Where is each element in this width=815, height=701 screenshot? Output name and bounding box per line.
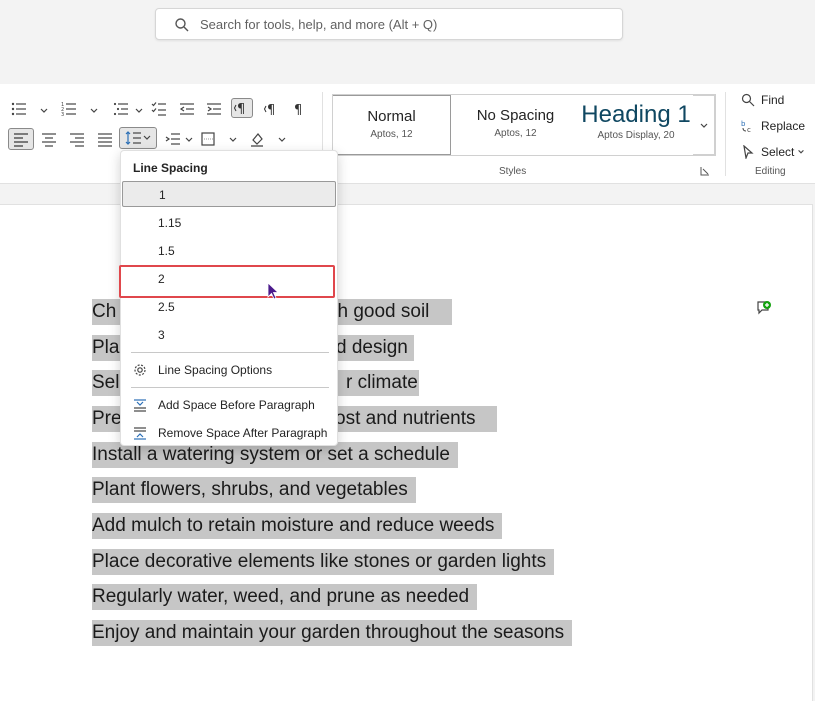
select-button[interactable]: Select [741,145,805,159]
paragraph-text-fragment: r climate [346,372,418,393]
line-spacing-option-1-5[interactable]: 1.5 [122,238,336,264]
paragraph-text: Pla [92,337,120,358]
add-space-before-item[interactable]: Add Space Before Paragraph [122,392,336,418]
increase-indent-icon[interactable] [203,99,225,119]
line-spacing-options-item[interactable]: Line Spacing Options [122,357,336,383]
chevron-down-icon[interactable] [228,135,238,145]
remove-space-after-label: Remove Space After Paragraph [158,426,328,440]
checklist-icon[interactable] [148,99,170,119]
line-spacing-option-3[interactable]: 3 [122,322,336,348]
style-heading-1-name: Heading 1 [581,101,691,128]
align-left-icon[interactable] [8,128,34,150]
dialog-launcher-icon[interactable] [700,166,710,176]
style-normal[interactable]: Normal Aptos, 12 [332,95,451,155]
line-spacing-option-1[interactable]: 1 [122,181,336,207]
menu-divider [131,387,329,388]
svg-text:¶: ¶ [294,103,302,117]
svg-text:b: b [741,120,746,128]
add-comment-icon[interactable] [756,300,772,316]
line-spacing-option-1-15[interactable]: 1.15 [122,210,336,236]
rtl-paragraph-icon[interactable]: ¶ [260,99,282,119]
mouse-cursor-icon [267,282,279,300]
svg-text:¶: ¶ [267,103,275,117]
menu-divider [131,352,329,353]
line-spacing-menu-title: Line Spacing [133,161,208,175]
paragraph-text-fragment: d design [336,337,408,358]
paragraph-10[interactable]: Enjoy and maintain your garden throughou… [92,620,573,646]
paragraph-text: Sel [92,372,120,393]
svg-text:¶: ¶ [237,102,245,116]
search-placeholder: Search for tools, help, and more (Alt + … [200,17,438,32]
chevron-down-icon[interactable] [89,106,99,116]
style-normal-font: Aptos, 12 [370,129,413,140]
highlight-annotation-box [119,265,335,298]
gear-icon [134,364,146,376]
remove-space-after-icon [134,427,146,440]
find-button[interactable]: Find [741,93,784,107]
justify-icon[interactable] [94,129,116,149]
paragraph-indent-icon[interactable] [162,129,184,149]
svg-text:c: c [747,126,751,133]
paragraph-text: Ch [92,301,117,322]
cursor-arrow-icon [743,145,754,159]
paragraph-text: Pre [92,408,122,429]
bullets-icon[interactable] [8,99,30,119]
align-right-icon[interactable] [66,129,88,149]
paragraph-text-fragment: ith good soil [328,301,430,322]
shading-icon[interactable] [246,129,268,149]
line-spacing-icon [125,131,151,145]
select-label: Select [761,145,795,159]
styles-group-label: Styles [499,166,527,177]
multilevel-list-icon[interactable] [110,99,132,119]
search-icon [741,93,755,107]
add-space-before-icon [134,399,146,412]
chevron-down-icon [798,150,805,154]
paragraph-9[interactable]: Regularly water, weed, and prune as need… [92,584,478,610]
line-spacing-menu: Line Spacing 1 1.15 1.5 2 2.5 3 Line Spa… [120,150,338,446]
search-box[interactable]: Search for tools, help, and more (Alt + … [155,8,623,40]
style-normal-name: Normal [367,108,416,125]
chevron-down-icon[interactable] [184,135,194,145]
search-icon [175,18,189,32]
chevron-down-icon[interactable] [39,106,49,116]
replace-label: Replace [761,119,806,133]
style-no-spacing-name: No Spacing [476,107,555,124]
editing-group-label: Editing [755,166,786,177]
style-no-spacing[interactable]: No Spacing Aptos, 12 [452,95,579,155]
paragraph-8[interactable]: Place decorative elements like stones or… [92,549,555,575]
style-no-spacing-font: Aptos, 12 [494,128,537,139]
ltr-paragraph-icon[interactable]: ¶ [231,98,253,118]
find-label: Find [761,93,785,107]
group-separator [725,92,726,176]
style-heading-1-font: Aptos Display, 20 [597,130,675,141]
chevron-down-icon[interactable] [277,135,287,145]
show-formatting-icon[interactable]: ¶ [288,99,310,119]
add-space-before-label: Add Space Before Paragraph [158,398,315,412]
borders-icon[interactable] [197,129,219,149]
line-spacing-options-label: Line Spacing Options [158,363,273,377]
line-spacing-button[interactable] [119,127,157,149]
numbering-icon[interactable]: 123 [58,99,80,119]
decrease-indent-icon[interactable] [176,99,198,119]
replace-icon: bc [741,120,751,133]
paragraph-7[interactable]: Add mulch to retain moisture and reduce … [92,513,503,539]
style-heading-1[interactable]: Heading 1 Aptos Display, 20 [580,95,692,155]
replace-button[interactable]: bc Replace [741,119,805,133]
paragraph-6[interactable]: Plant flowers, shrubs, and vegetables [92,477,416,503]
chevron-down-icon[interactable] [134,106,144,116]
styles-gallery-more[interactable] [693,95,715,155]
chevron-down-icon [700,123,708,128]
paragraph-text-fragment: ost and nutrients [335,408,476,429]
remove-space-after-item[interactable]: Remove Space After Paragraph [122,420,336,446]
svg-text:3: 3 [61,112,64,117]
align-center-icon[interactable] [38,129,60,149]
